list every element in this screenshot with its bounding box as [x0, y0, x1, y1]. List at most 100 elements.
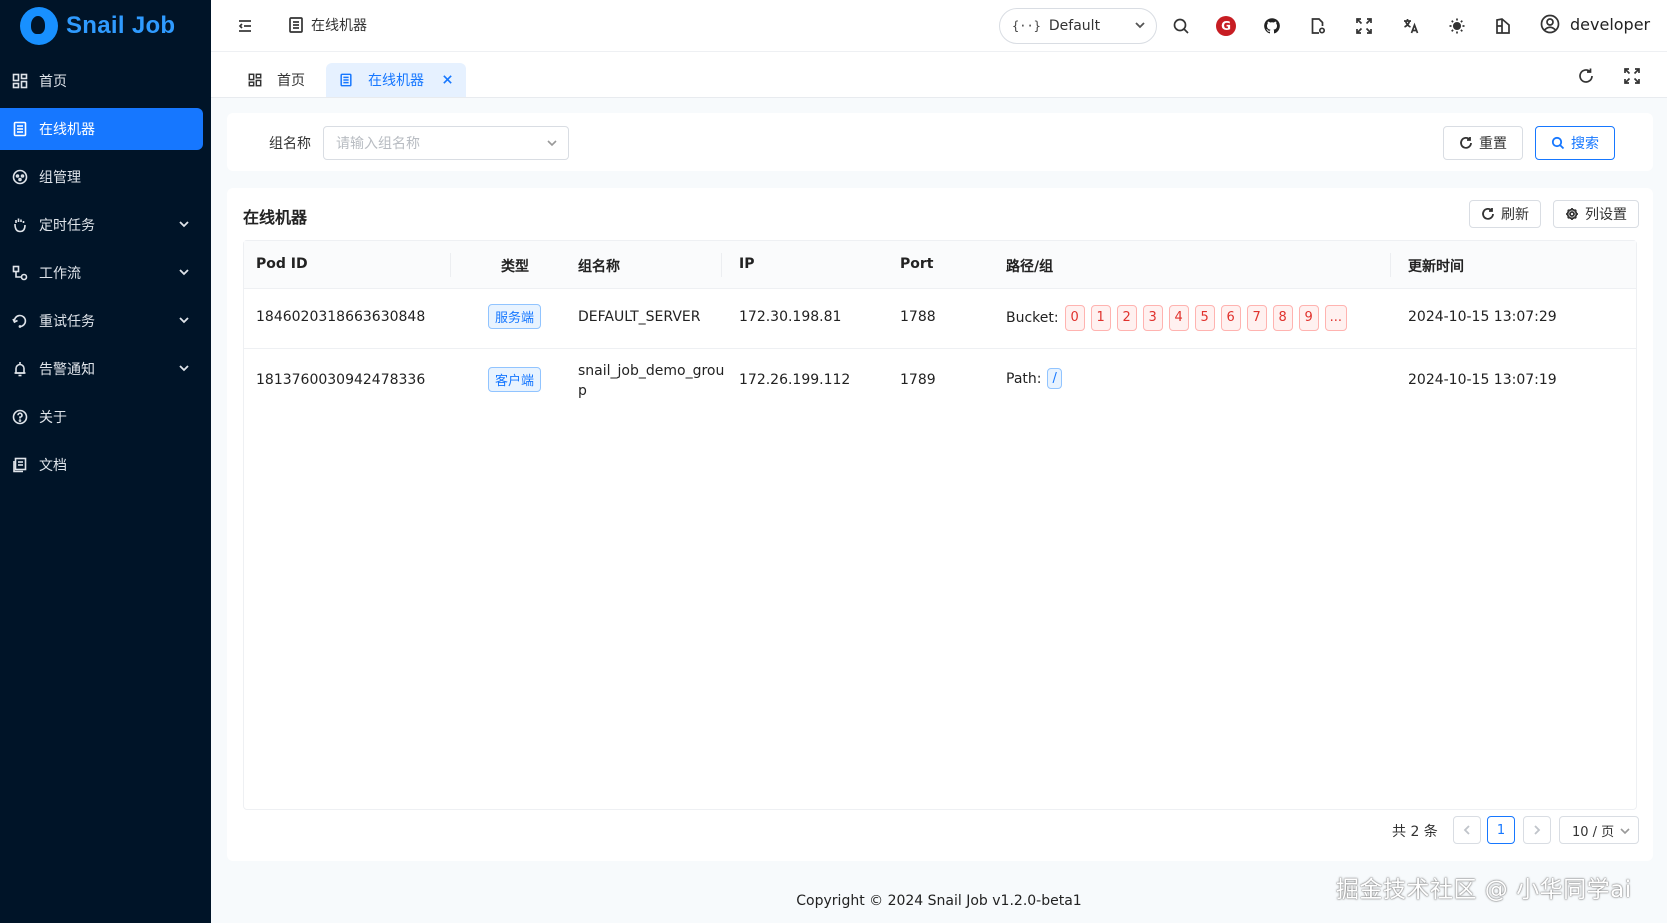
- column-settings-button[interactable]: 列设置: [1553, 200, 1639, 228]
- updated-time-cell: 2024-10-15 13:07:19: [1408, 372, 1557, 388]
- gitee-icon[interactable]: G: [1216, 16, 1236, 36]
- close-icon[interactable]: [442, 74, 454, 86]
- group-name-select[interactable]: 请输入组名称: [323, 126, 569, 160]
- column-header-port[interactable]: Port: [900, 256, 933, 272]
- card-title: 在线机器: [243, 208, 308, 227]
- sidebar-item-about[interactable]: 关于: [0, 396, 203, 438]
- sidebar-item-label: 文档: [39, 458, 67, 474]
- logo[interactable]: Snail Job: [0, 0, 211, 52]
- timer-icon: [12, 217, 28, 233]
- chevron-down-icon: [1134, 19, 1146, 35]
- bucket-tag: 7: [1246, 305, 1267, 331]
- sidebar-item-label: 定时任务: [39, 218, 95, 234]
- path-cell: Path: /: [1006, 368, 1062, 389]
- chevron-down-icon: [177, 265, 191, 279]
- ip-cell: 172.26.199.112: [739, 372, 851, 388]
- breadcrumb-label: 在线机器: [311, 18, 367, 34]
- sidebar-item-online-machines[interactable]: 在线机器: [0, 108, 203, 150]
- sidebar-item-workflow[interactable]: 工作流: [0, 252, 203, 294]
- column-header-type[interactable]: 类型: [501, 256, 529, 276]
- path-tag: /: [1047, 368, 1062, 389]
- sidebar-item-scheduled-tasks[interactable]: 定时任务: [0, 204, 203, 246]
- next-page-button[interactable]: [1523, 816, 1551, 844]
- path-label: Bucket:: [1006, 310, 1059, 326]
- table-row[interactable]: 1846020318663630848 服务端 DEFAULT_SERVER 1…: [244, 289, 1636, 349]
- tab-label: 在线机器: [368, 73, 424, 89]
- reload-icon[interactable]: [1576, 66, 1596, 86]
- sidebar-item-label: 在线机器: [39, 122, 95, 138]
- page-button-1[interactable]: 1: [1487, 816, 1515, 844]
- help-icon: [12, 409, 28, 425]
- fullscreen-icon[interactable]: [1622, 66, 1642, 86]
- type-badge: 服务端: [488, 304, 542, 329]
- sidebar-item-alerts[interactable]: 告警通知: [0, 348, 203, 390]
- pod-id-cell: 1813760030942478336: [256, 372, 426, 388]
- user-menu[interactable]: developer: [1540, 14, 1650, 34]
- chevron-down-icon: [177, 217, 191, 231]
- bucket-tag: 3: [1142, 305, 1163, 331]
- theme-config-icon[interactable]: [1493, 16, 1513, 36]
- tab-home[interactable]: 首页: [235, 63, 317, 97]
- snail-logo-icon: [20, 7, 58, 45]
- namespace-select[interactable]: {··} Default: [999, 8, 1157, 44]
- page-tabs: 首页 在线机器: [211, 52, 1667, 98]
- search-button[interactable]: 搜索: [1535, 126, 1615, 160]
- bucket-tag: 8: [1272, 305, 1293, 331]
- reset-icon: [1460, 136, 1472, 149]
- translate-icon[interactable]: [1401, 16, 1421, 36]
- sun-icon[interactable]: [1447, 16, 1467, 36]
- prev-page-button[interactable]: [1453, 816, 1481, 844]
- sidebar-item-group-management[interactable]: 组管理: [0, 156, 203, 198]
- top-header: 在线机器 {··} Default G developer: [211, 0, 1667, 52]
- pagination-total: 共 2 条: [1392, 824, 1438, 840]
- sidebar-item-retry-tasks[interactable]: 重试任务: [0, 300, 203, 342]
- breadcrumb[interactable]: 在线机器: [287, 15, 367, 35]
- menu-fold-icon[interactable]: [235, 16, 255, 36]
- bucket-tag: 2: [1116, 305, 1137, 331]
- bucket-tag: 6: [1220, 305, 1241, 331]
- sidebar-item-label: 工作流: [39, 266, 81, 282]
- column-header-ip[interactable]: IP: [739, 256, 754, 272]
- column-header-updated[interactable]: 更新时间: [1408, 256, 1464, 276]
- chevron-left-icon: [1463, 825, 1470, 835]
- column-divider: [721, 253, 722, 277]
- sidebar: Snail Job 首页 在线机器 组管理 定时任务 工作流 重试任务 告警通知…: [0, 0, 211, 923]
- fullscreen-icon[interactable]: [1354, 16, 1374, 36]
- bucket-more-tag[interactable]: ...: [1324, 305, 1348, 331]
- column-header-path[interactable]: 路径/组: [1006, 256, 1053, 276]
- github-icon[interactable]: [1262, 16, 1282, 36]
- group-cell-line: snail_job_demo_grou: [578, 363, 725, 379]
- page-size-select[interactable]: 10 / 页: [1559, 816, 1639, 844]
- chevron-right-icon: [1534, 825, 1541, 835]
- search-icon[interactable]: [1171, 16, 1191, 36]
- refresh-button[interactable]: 刷新: [1469, 200, 1541, 228]
- gear-icon: [1566, 208, 1578, 220]
- chevron-down-icon: [546, 137, 558, 153]
- dashboard-icon: [247, 70, 263, 90]
- column-header-group[interactable]: 组名称: [578, 256, 620, 276]
- server-icon: [12, 121, 28, 137]
- bell-icon: [12, 361, 28, 377]
- app-name: Snail Job: [66, 12, 176, 39]
- tab-online-machines[interactable]: 在线机器: [326, 63, 466, 97]
- file-settings-icon[interactable]: [1308, 16, 1328, 36]
- sidebar-item-docs[interactable]: 文档: [0, 444, 203, 486]
- updated-time-cell: 2024-10-15 13:07:29: [1408, 309, 1557, 325]
- sidebar-item-label: 组管理: [39, 170, 81, 186]
- column-header-pod-id[interactable]: Pod ID: [256, 256, 308, 272]
- search-icon: [1551, 136, 1565, 150]
- group-cell-line: p: [578, 383, 587, 399]
- sidebar-item-label: 重试任务: [39, 314, 95, 330]
- bucket-tag: 9: [1298, 305, 1319, 331]
- sidebar-item-label: 首页: [39, 74, 67, 90]
- sidebar-item-home[interactable]: 首页: [0, 60, 203, 102]
- tab-label: 首页: [277, 73, 305, 89]
- workflow-icon: [12, 265, 28, 281]
- document-icon: [12, 457, 28, 473]
- bucket-tag: 1: [1090, 305, 1111, 331]
- server-icon: [287, 15, 305, 35]
- table-row[interactable]: 1813760030942478336 客户端 snail_job_demo_g…: [244, 349, 1636, 413]
- machines-card: 在线机器 刷新 列设置 Pod ID 类型 组名称 IP Port 路径/组 更…: [227, 188, 1653, 861]
- reset-button[interactable]: 重置: [1443, 126, 1523, 160]
- group-icon: [12, 169, 28, 185]
